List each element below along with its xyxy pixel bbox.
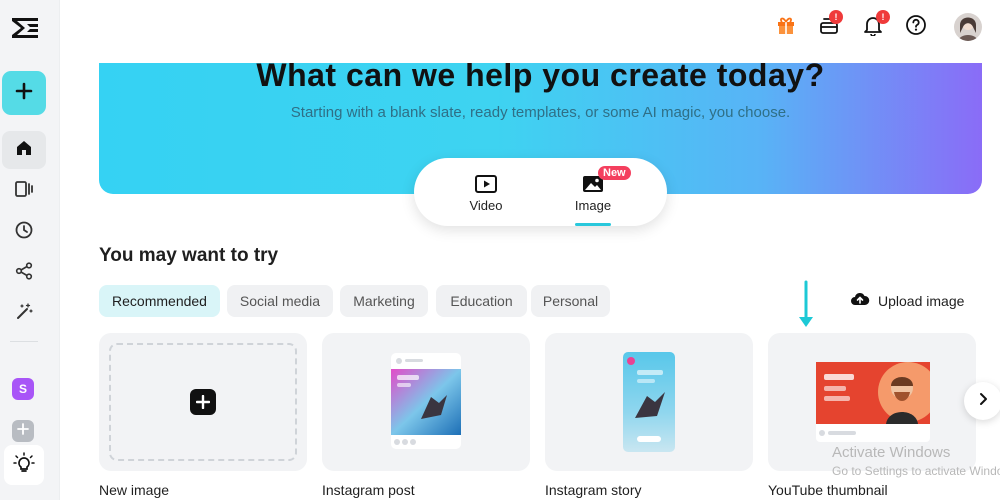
- cloud-upload-icon: [850, 291, 870, 310]
- banner-subtitle: Starting with a blank slate, ready templ…: [290, 104, 791, 121]
- youtube-thumbnail-preview: [816, 362, 938, 447]
- new-badge: New: [598, 166, 631, 180]
- new-image-dropzone: [109, 343, 297, 461]
- capcut-logo[interactable]: [9, 12, 41, 44]
- tab-video[interactable]: Video: [446, 172, 526, 213]
- clock-icon: [14, 220, 34, 245]
- home-icon: [14, 138, 34, 163]
- filter-chip-marketing[interactable]: Marketing: [340, 285, 428, 317]
- projects-icon: [13, 179, 35, 204]
- magic-wand-icon: [14, 302, 34, 327]
- card-label-new-image: New image: [99, 482, 170, 498]
- watermark-title: Activate Windows: [832, 444, 951, 461]
- instagram-post-thumbnail: [391, 353, 461, 454]
- create-button[interactable]: [2, 71, 46, 115]
- notification-badge: !: [876, 10, 890, 24]
- help-button[interactable]: [903, 14, 929, 40]
- add-space-button[interactable]: [12, 420, 34, 442]
- upload-image-button[interactable]: Upload image: [850, 291, 964, 310]
- card-label-instagram-post: Instagram post: [322, 482, 415, 498]
- sidebar-item-home[interactable]: [2, 131, 46, 169]
- card-instagram-post[interactable]: [322, 333, 530, 471]
- tab-video-label: Video: [469, 198, 503, 213]
- sidebar-divider: [10, 341, 38, 342]
- cart-badge: !: [829, 10, 843, 24]
- sidebar: S: [0, 0, 60, 500]
- user-avatar[interactable]: [954, 13, 982, 41]
- share-icon: [14, 261, 34, 286]
- upload-image-label: Upload image: [878, 292, 965, 309]
- filter-chip-recommended[interactable]: Recommended: [99, 285, 220, 317]
- filter-chip-education[interactable]: Education: [436, 285, 527, 317]
- gift-icon: [775, 14, 797, 41]
- watermark-subtitle: Go to Settings to activate Windows.: [832, 464, 1000, 478]
- card-label-youtube-thumbnail: YouTube thumbnail: [768, 482, 888, 498]
- carousel-next-button[interactable]: [964, 382, 1000, 420]
- plus-icon: [15, 82, 33, 105]
- lightbulb-icon: [13, 451, 35, 479]
- card-label-instagram-story: Instagram story: [545, 482, 642, 498]
- plus-icon: [17, 422, 29, 440]
- chevron-right-icon: [977, 392, 989, 411]
- filter-chip-personal[interactable]: Personal: [531, 285, 610, 317]
- card-new-image[interactable]: [99, 333, 307, 471]
- banner-title: What can we help you create today?: [256, 63, 825, 93]
- activate-windows-watermark: Activate Windows Go to Settings to activ…: [832, 444, 1000, 478]
- plus-icon: [190, 389, 216, 415]
- sidebar-item-share[interactable]: [2, 254, 46, 292]
- active-tab-indicator: [575, 223, 611, 226]
- instagram-story-thumbnail: [623, 352, 675, 457]
- sidebar-item-magic-tools[interactable]: [2, 295, 46, 333]
- video-icon: [446, 172, 526, 196]
- down-arrow-icon: [797, 280, 815, 335]
- card-instagram-story[interactable]: [545, 333, 753, 471]
- sidebar-item-projects[interactable]: [2, 172, 46, 210]
- space-avatar[interactable]: S: [12, 378, 34, 400]
- ideas-button[interactable]: [4, 445, 44, 485]
- help-icon: [905, 14, 927, 41]
- section-title: You may want to try: [99, 245, 279, 266]
- sidebar-item-recent[interactable]: [2, 213, 46, 251]
- gift-button[interactable]: [773, 14, 799, 40]
- tab-image-label: Image: [574, 198, 612, 213]
- filter-chip-social-media[interactable]: Social media: [227, 285, 333, 317]
